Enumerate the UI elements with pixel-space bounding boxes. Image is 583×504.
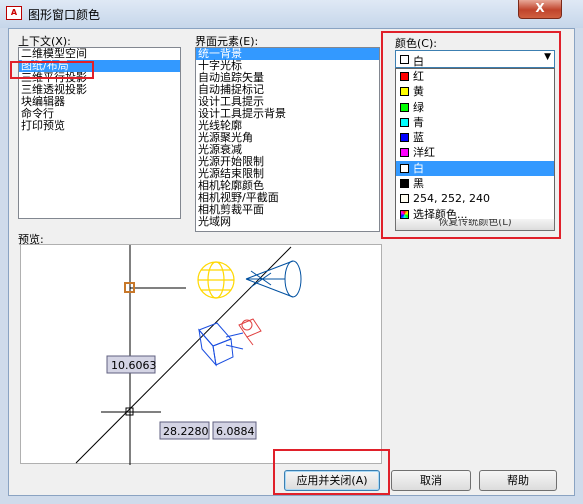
- dim-vertical-text: 10.6063: [111, 359, 157, 372]
- color-label: 颜色(C):: [395, 37, 437, 50]
- title-bar: A 图形窗口颜色 X: [0, 0, 583, 28]
- restore-colors-button[interactable]: 恢复传统颜色(L): [395, 219, 555, 231]
- context-item[interactable]: 打印预览: [19, 120, 180, 132]
- camera-icon-blue: [198, 322, 244, 367]
- color-swatch-icon: [400, 148, 409, 158]
- color-swatch-icon: [400, 179, 409, 189]
- color-option[interactable]: 黄: [396, 84, 554, 99]
- color-option[interactable]: 254, 252, 240: [396, 191, 554, 206]
- color-option[interactable]: 洋红: [396, 145, 554, 160]
- cancel-button[interactable]: 取消: [391, 470, 471, 491]
- color-swatch-icon: [400, 163, 409, 173]
- camera-icon-red: [238, 318, 262, 346]
- color-dropdown[interactable]: 红黄绿青蓝洋红白黑 254, 252, 240 选择颜色...: [395, 68, 555, 223]
- color-swatch-icon: [400, 194, 409, 204]
- color-option-label: 青: [413, 115, 424, 129]
- close-button[interactable]: X: [518, 0, 562, 19]
- color-swatch-icon: [400, 117, 409, 127]
- color-swatch-icon: [400, 209, 409, 219]
- color-combo[interactable]: 白 ▼: [395, 50, 555, 68]
- color-option-label: 绿: [413, 100, 424, 114]
- dim-h1-text: 28.2280: [163, 425, 209, 438]
- color-option-label: 黑: [413, 177, 424, 191]
- color-option[interactable]: 红: [396, 69, 554, 84]
- elements-list[interactable]: 统一背景 十字光标 自动追踪矢量 自动捕捉标记 设计工具提示 设计工具提示背景 光线轮廓 光源…: [195, 47, 380, 232]
- color-option[interactable]: 绿: [396, 100, 554, 115]
- help-button[interactable]: 帮助: [479, 470, 557, 491]
- window-title: 图形窗口颜色: [28, 8, 101, 22]
- preview-pane: 10.6063 28.2280 6.0884: [20, 244, 382, 465]
- color-swatch-icon: [400, 133, 409, 143]
- color-option-label: 洋红: [413, 146, 435, 160]
- globe-icon: [197, 261, 235, 299]
- dim-h2-text: 6.0884: [216, 425, 255, 438]
- color-value: 白: [413, 55, 424, 68]
- color-swatch: [400, 55, 409, 64]
- color-option[interactable]: 青: [396, 115, 554, 130]
- color-swatch-icon: [400, 72, 409, 81]
- apply-close-button[interactable]: 应用并关闭(A): [284, 470, 380, 491]
- color-option[interactable]: 黑: [396, 176, 554, 191]
- context-list[interactable]: 二维模型空间 图纸/布局 三维平行投影 三维透视投影 块编辑器 命令行 打印预览: [18, 47, 181, 219]
- elements-item[interactable]: 光域网: [196, 216, 379, 228]
- color-swatch-icon: [400, 87, 409, 97]
- preview-drawing: 10.6063 28.2280 6.0884: [75, 245, 302, 465]
- dialog-client: 上下文(X): 二维模型空间 图纸/布局 三维平行投影 三维透视投影 块编辑器 命令行 打印…: [8, 28, 575, 496]
- chevron-down-icon[interactable]: ▼: [544, 52, 551, 62]
- color-option-label: 白: [413, 161, 424, 175]
- color-option-label: 红: [413, 70, 424, 83]
- color-option-label: 黄: [413, 85, 424, 99]
- spotlight-icon: [245, 260, 302, 298]
- color-option-label: 254, 252, 240: [413, 192, 490, 206]
- color-option-label: 蓝: [413, 131, 424, 145]
- color-option[interactable]: 白: [396, 160, 554, 177]
- color-option[interactable]: 蓝: [396, 130, 554, 145]
- color-swatch-icon: [400, 102, 409, 112]
- app-icon: A: [6, 6, 22, 20]
